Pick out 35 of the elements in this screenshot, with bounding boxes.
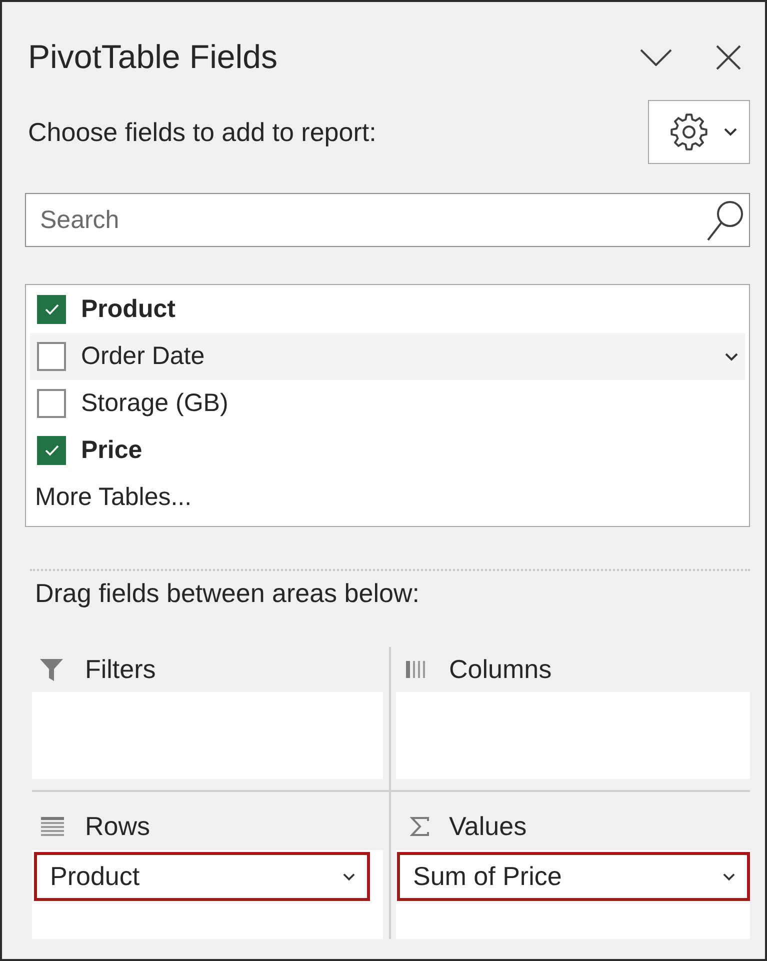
chevron-down-icon [343, 872, 355, 880]
checkbox[interactable] [37, 295, 66, 324]
columns-icon [406, 661, 428, 678]
area-field-item[interactable]: Product [34, 852, 370, 901]
checkmark-icon [44, 445, 58, 456]
filter-icon [40, 658, 63, 680]
areas-hint-text: Drag fields between areas below: [35, 578, 420, 608]
chevron-down-icon [723, 872, 735, 880]
panel-title: PivotTable Fields [28, 37, 278, 77]
checkmark-icon [44, 304, 58, 315]
close-icon [716, 44, 741, 70]
area-label: Values [449, 810, 527, 843]
field-name: Product [81, 294, 176, 325]
chevron-down-icon[interactable] [725, 352, 738, 360]
field-list-item[interactable]: Order Date [30, 333, 745, 380]
instruction-text: Choose fields to add to report: [28, 116, 376, 148]
sigma-icon [410, 817, 430, 836]
search-field[interactable]: Search [25, 193, 750, 247]
field-name: Price [81, 434, 142, 466]
checkbox[interactable] [37, 389, 66, 418]
chevron-down-icon [724, 128, 737, 136]
more-tables-link[interactable]: More Tables... [30, 474, 192, 521]
chevron-down-icon [640, 48, 672, 66]
field-name: Storage (GB) [81, 388, 228, 419]
settings-icon [670, 113, 708, 151]
checkbox[interactable] [37, 436, 66, 465]
checkbox[interactable] [37, 342, 66, 371]
field-name: Order Date [81, 340, 205, 372]
area-label: Filters [85, 653, 156, 686]
area-label: Columns [449, 653, 552, 686]
area-label: Rows [85, 810, 150, 843]
settings-button[interactable] [648, 100, 750, 164]
rows-icon [41, 817, 64, 836]
search-icon [707, 199, 745, 241]
area-field-item[interactable]: Sum of Price [397, 852, 750, 901]
